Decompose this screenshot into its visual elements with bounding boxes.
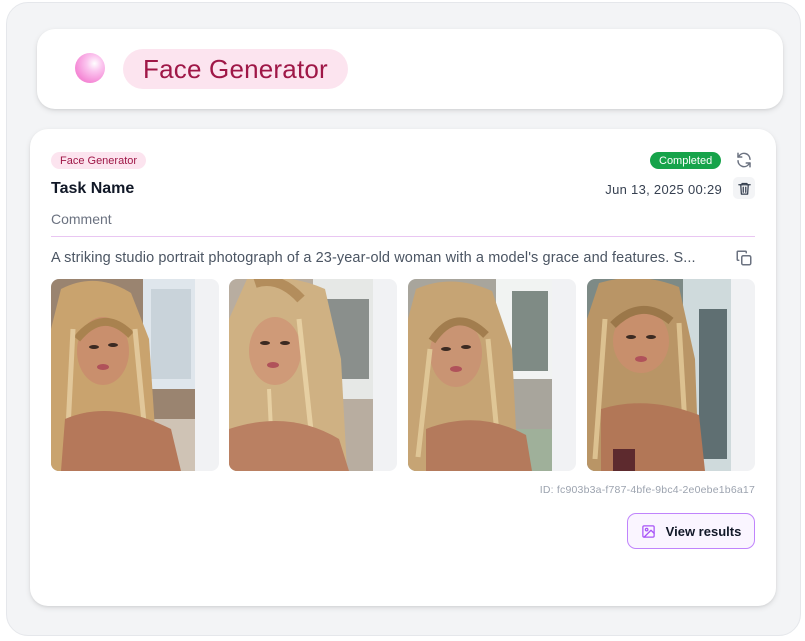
task-comment: Comment [51, 211, 112, 227]
portrait-image [408, 279, 552, 471]
result-thumbnail[interactable] [229, 279, 397, 471]
portrait-image [51, 279, 195, 471]
portrait-image [229, 279, 373, 471]
image-icon [641, 524, 655, 538]
task-timestamp: Jun 13, 2025 00:29 [605, 182, 722, 197]
result-thumbnails [51, 279, 755, 471]
result-thumbnail[interactable] [587, 279, 755, 471]
portrait-image [587, 279, 731, 471]
task-id: ID: fc903b3a-f787-4bfe-9bc4-2e0ebe1b6a17 [539, 484, 755, 496]
view-results-label: View results [665, 523, 742, 539]
view-results-button[interactable]: View results [627, 513, 755, 549]
delete-button[interactable] [733, 177, 755, 199]
status-badge: Completed [650, 152, 722, 169]
task-type-badge: Face Generator [51, 152, 147, 169]
prompt-text: A striking studio portrait photograph of… [51, 250, 696, 266]
logo-orb-icon [75, 53, 105, 83]
trash-icon [737, 182, 751, 195]
task-name: Task Name [51, 180, 135, 197]
result-thumbnail[interactable] [408, 279, 576, 471]
task-card: Face Generator Completed Task Name Jun 1… [30, 129, 776, 606]
copy-prompt-button[interactable] [733, 247, 755, 269]
header-card: Face Generator [37, 29, 783, 109]
copy-icon [736, 250, 752, 266]
result-thumbnail[interactable] [51, 279, 219, 471]
refresh-button[interactable] [733, 149, 755, 171]
divider [51, 236, 755, 237]
page-title: Face Generator [123, 49, 348, 89]
refresh-icon [737, 152, 751, 168]
